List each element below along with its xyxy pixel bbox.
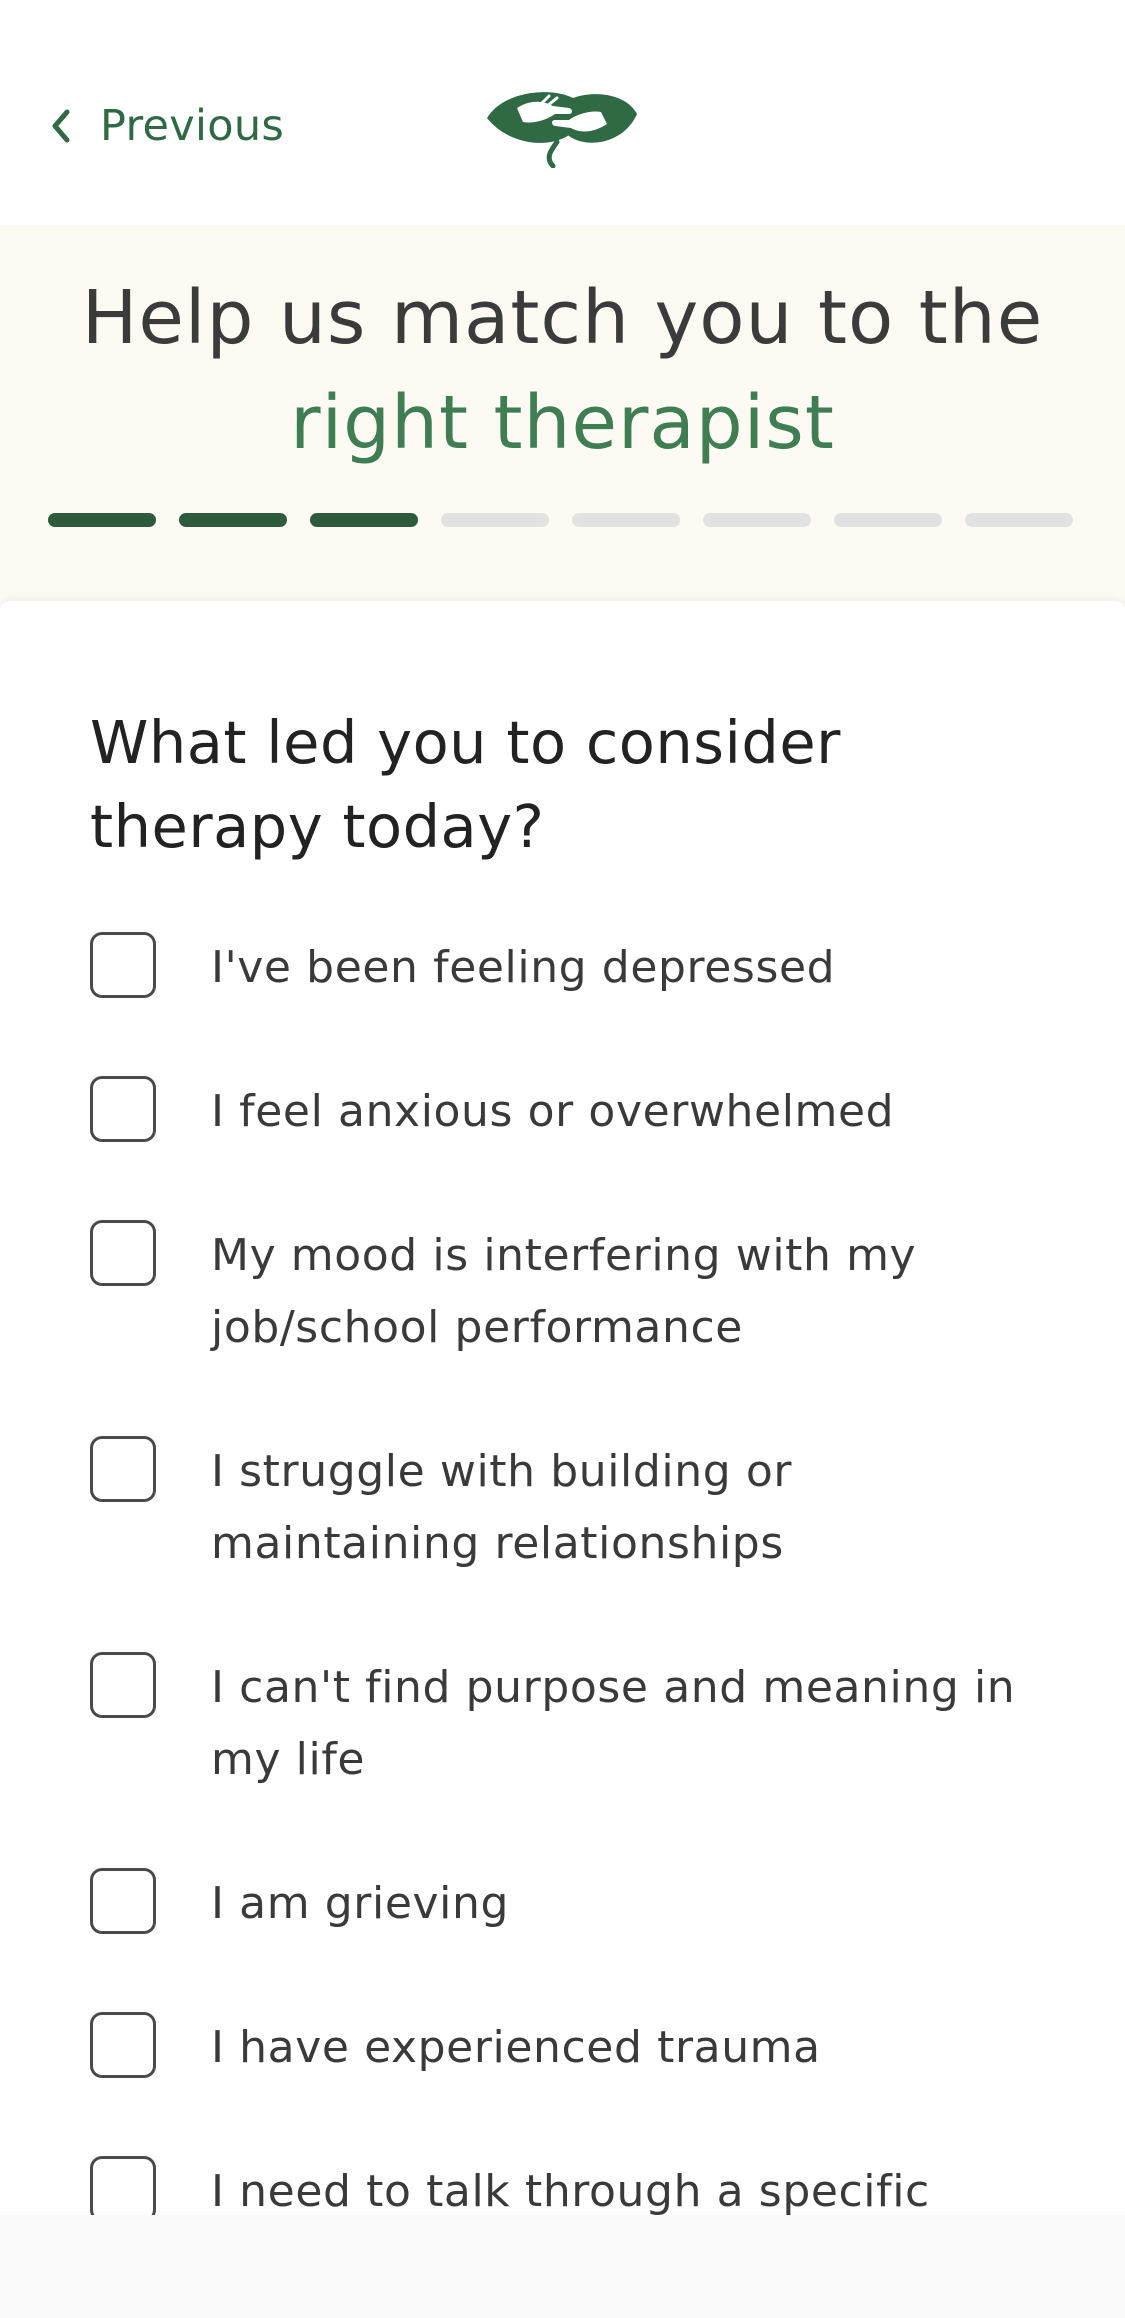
- checkbox[interactable]: [90, 932, 156, 998]
- chevron-left-icon: [44, 106, 78, 146]
- hero-banner: Help us match you to the right therapist: [0, 225, 1125, 601]
- progress-step: [965, 513, 1073, 527]
- hero-title-line1: Help us match you to the: [81, 275, 1044, 361]
- progress-step: [179, 513, 287, 527]
- checkbox[interactable]: [90, 1076, 156, 1142]
- progress-step: [441, 513, 549, 527]
- checkbox[interactable]: [90, 1652, 156, 1718]
- bottom-bar: [0, 2215, 1125, 2318]
- progress-step: [310, 513, 418, 527]
- progress-step: [703, 513, 811, 527]
- checkbox[interactable]: [90, 1436, 156, 1502]
- option-label: I can't find purpose and meaning in my l…: [211, 1662, 1016, 1785]
- previous-button[interactable]: Previous: [44, 96, 284, 156]
- option-label: I struggle with building or maintaining …: [211, 1446, 793, 1569]
- progress-step: [834, 513, 942, 527]
- previous-label: Previous: [100, 101, 285, 151]
- option-label: I feel anxious or overwhelmed: [211, 1086, 895, 1137]
- question-card: What led you to consider therapy today? …: [0, 601, 1125, 2215]
- option-label: I have experienced trauma: [211, 2022, 821, 2073]
- option-label: I've been feeling depressed: [211, 942, 836, 993]
- checkbox[interactable]: [90, 1220, 156, 1286]
- hero-title-line2: right therapist: [290, 380, 835, 466]
- progress-step: [572, 513, 680, 527]
- checkbox[interactable]: [90, 1868, 156, 1934]
- option-label: I am grieving: [211, 1878, 509, 1929]
- option-label: My mood is interfering with my job/schoo…: [211, 1230, 917, 1353]
- top-bar: Previous: [0, 0, 1125, 225]
- question-title: What led you to consider therapy today?: [90, 708, 841, 861]
- progress-bar: [48, 513, 1077, 527]
- option-label: I need to talk through a specific: [211, 2166, 930, 2215]
- hands-leaf-logo: [483, 84, 643, 169]
- checkbox[interactable]: [90, 2156, 156, 2215]
- checkbox[interactable]: [90, 2012, 156, 2078]
- progress-step: [48, 513, 156, 527]
